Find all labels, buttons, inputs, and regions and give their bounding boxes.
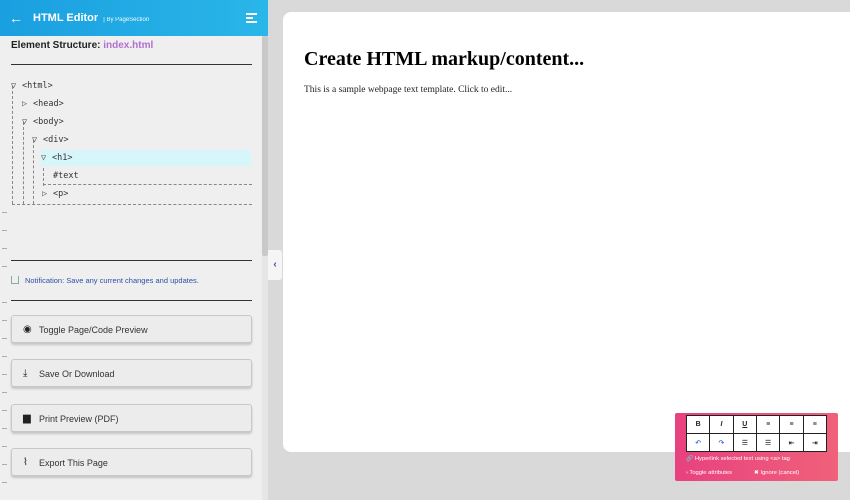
save-download-button[interactable]: ⤓ Save Or Download — [11, 359, 252, 387]
tree-guide — [43, 184, 252, 185]
notification-text: Notification: Save any current changes a… — [25, 276, 199, 285]
tree-node-label: <head> — [33, 99, 64, 109]
ignore-cancel-option[interactable]: ✖ Ignore (cancel) — [754, 470, 799, 476]
editor-header: ← HTML Editor | By PageSection — [0, 0, 268, 36]
collapse-triangle-icon[interactable]: ▽ — [11, 78, 22, 94]
element-structure-label: Element Structure: index.html — [11, 40, 153, 51]
align-center-icon[interactable]: ≡ — [780, 416, 803, 433]
editor-title: HTML Editor | By PageSection — [33, 12, 149, 24]
hyperlink-option[interactable]: 🔗 Hyperlink selected text using <a> tag — [686, 456, 790, 462]
unordered-list-icon[interactable]: ☰ — [757, 434, 780, 451]
expand-triangle-icon[interactable]: ▷ — [22, 96, 33, 112]
sidebar: ← HTML Editor | By PageSection Element S… — [0, 0, 268, 500]
divider — [11, 300, 252, 301]
line-gutter — [0, 212, 8, 500]
page-heading[interactable]: Create HTML markup/content... — [304, 48, 584, 71]
settings-menu-icon[interactable] — [246, 13, 257, 23]
divider — [11, 64, 252, 65]
tree-node-label: <h1> — [52, 153, 73, 163]
tree-node-html[interactable]: ▽ <html> — [11, 78, 53, 94]
collapse-triangle-icon[interactable]: ▽ — [22, 114, 33, 130]
collapse-sidebar-button[interactable]: ‹ — [268, 250, 282, 280]
expand-triangle-icon[interactable]: ▷ — [42, 186, 53, 202]
structure-label-text: Element Structure: — [11, 40, 101, 51]
tree-node-label: <p> — [53, 189, 69, 199]
tree-node-div[interactable]: ▽ <div> — [32, 132, 69, 148]
page-paragraph[interactable]: This is a sample webpage text template. … — [304, 85, 512, 95]
tree-node-label: <body> — [33, 117, 64, 127]
print-preview-button[interactable]: ▆ Print Preview (PDF) — [11, 404, 252, 432]
scrollbar-thumb[interactable] — [262, 36, 268, 256]
divider — [11, 260, 252, 261]
structure-file-name: index.html — [103, 40, 154, 51]
editor-title-text: HTML Editor — [33, 12, 99, 24]
tree-node-label: <div> — [43, 135, 69, 145]
eye-icon: ◉ — [23, 324, 32, 335]
collapse-triangle-icon[interactable]: ▽ — [41, 150, 52, 166]
undo-icon[interactable]: ↶ — [687, 434, 710, 451]
tree-guide — [12, 86, 13, 204]
underline-icon[interactable]: U — [733, 416, 756, 433]
tree-node-text[interactable]: #text — [53, 168, 79, 184]
tree-node-label: #text — [53, 171, 79, 181]
redo-icon[interactable]: ↷ — [710, 434, 733, 451]
download-icon: ⤓ — [23, 368, 28, 379]
notification: Notification: Save any current changes a… — [11, 276, 199, 285]
print-preview-label: Print Preview (PDF) — [39, 414, 119, 424]
indent-icon[interactable]: ⇥ — [803, 434, 826, 451]
editor-byline: | By PageSection — [103, 17, 150, 23]
tree-node-p[interactable]: ▷ <p> — [42, 186, 68, 202]
chevron-left-icon: ‹ — [273, 259, 277, 270]
align-right-icon[interactable]: ≡ — [803, 416, 826, 433]
align-left-icon[interactable]: ≡ — [757, 416, 780, 433]
back-arrow-icon[interactable]: ← — [9, 9, 25, 27]
export-page-label: Export This Page — [39, 458, 108, 468]
bold-icon[interactable]: B — [687, 416, 710, 433]
tree-guide — [33, 140, 34, 204]
toggle-preview-label: Toggle Page/Code Preview — [39, 325, 148, 335]
paperclip-icon: ⌇ — [23, 457, 28, 468]
export-page-button[interactable]: ⌇ Export This Page — [11, 448, 252, 476]
tree-node-head[interactable]: ▷ <head> — [22, 96, 64, 112]
save-download-label: Save Or Download — [39, 369, 115, 379]
page-preview[interactable]: Create HTML markup/content... This is a … — [283, 12, 850, 452]
tree-guide — [12, 204, 252, 205]
tree-node-label: <html> — [22, 81, 53, 91]
italic-icon[interactable]: I — [710, 416, 733, 433]
tree-node-h1[interactable]: ▽ <h1> — [41, 150, 251, 166]
collapse-triangle-icon[interactable]: ▽ — [32, 132, 43, 148]
toolbar-footer: › Toggle attributes ✖ Ignore (cancel) — [686, 470, 821, 476]
tree-guide — [23, 122, 24, 204]
formatting-toolbar: B I U ≡ ≡ ≡ ↶ ↷ ☰ ☰ ⇤ ⇥ 🔗 Hyperlink sele… — [675, 413, 838, 481]
element-tree: ▽ <html> ▷ <head> ▽ <body> ▽ <div> ▽ <h1> #te… — [0, 76, 262, 206]
formatting-buttons-grid: B I U ≡ ≡ ≡ ↶ ↷ ☰ ☰ ⇤ ⇥ — [686, 415, 827, 452]
printer-icon: ▆ — [23, 413, 31, 424]
outdent-icon[interactable]: ⇤ — [780, 434, 803, 451]
tree-node-body[interactable]: ▽ <body> — [22, 114, 64, 130]
toggle-preview-button[interactable]: ◉ Toggle Page/Code Preview — [11, 315, 252, 343]
save-icon — [11, 276, 19, 284]
ordered-list-icon[interactable]: ☰ — [733, 434, 756, 451]
toggle-attributes-option[interactable]: › Toggle attributes — [686, 470, 732, 476]
